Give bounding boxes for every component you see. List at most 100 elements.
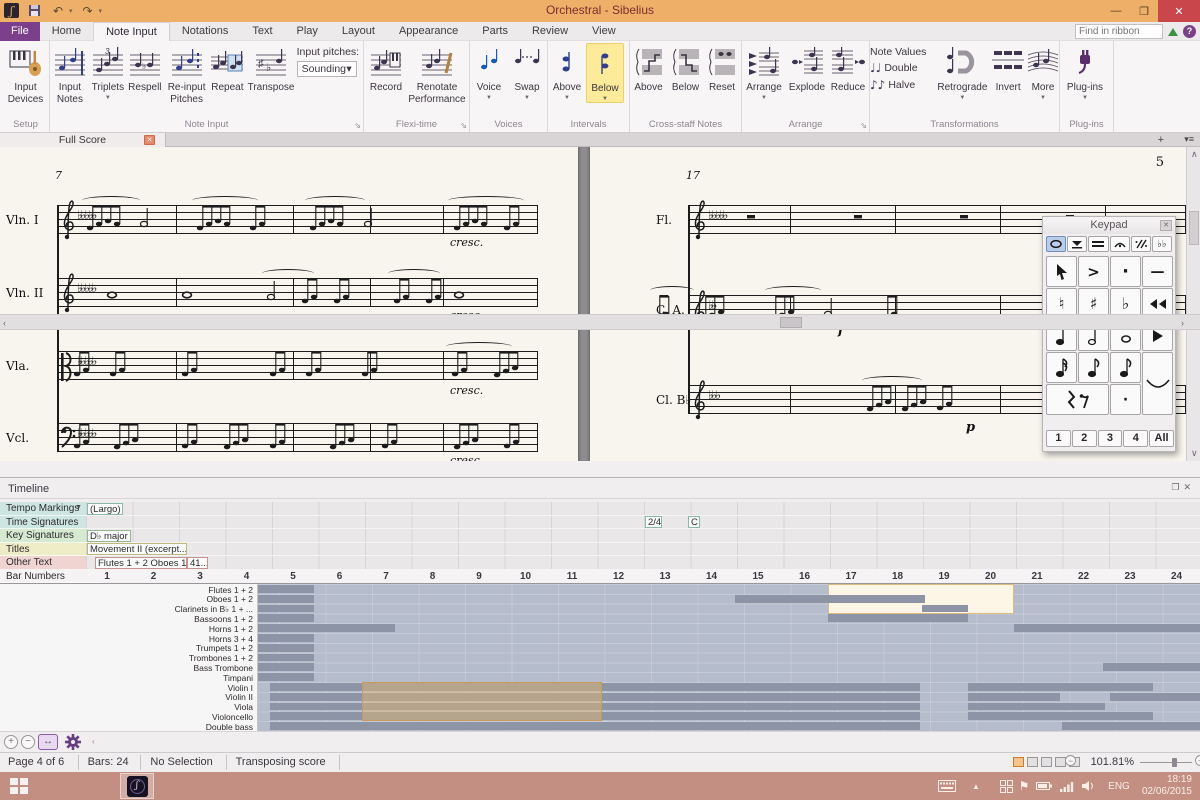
ribbon-tab-note-input[interactable]: Note Input bbox=[93, 22, 170, 41]
keypad-tab-beam[interactable] bbox=[1088, 236, 1108, 252]
keypad-voice-all[interactable]: All bbox=[1149, 430, 1174, 447]
timeline-bar[interactable] bbox=[258, 644, 314, 652]
keypad-staccato-key[interactable]: · bbox=[1110, 256, 1141, 287]
note-group[interactable] bbox=[112, 422, 149, 455]
timeline-event-chip[interactable]: D♭ major bbox=[87, 530, 131, 542]
keypad-tenuto-key[interactable]: — bbox=[1142, 256, 1173, 287]
timeline-bar[interactable] bbox=[270, 722, 920, 730]
note-group[interactable] bbox=[450, 350, 478, 383]
keypad-title[interactable]: Keypad ✕ bbox=[1043, 217, 1175, 234]
note-group[interactable] bbox=[380, 422, 408, 455]
timeline-bar[interactable] bbox=[1014, 624, 1200, 632]
close-button[interactable]: ✕ bbox=[1158, 0, 1200, 22]
timeline-bar[interactable] bbox=[828, 614, 968, 622]
timeline-event-chip[interactable]: 41... bbox=[187, 557, 208, 569]
ribbon-button-respell[interactable]: ♭Respell bbox=[126, 43, 164, 94]
note-group[interactable] bbox=[958, 204, 970, 237]
note-group[interactable] bbox=[424, 277, 452, 310]
timeline-event-chip[interactable]: C bbox=[688, 516, 700, 528]
keypad-tab-jazz[interactable] bbox=[1110, 236, 1130, 252]
scroll-right-icon[interactable]: › bbox=[1181, 318, 1184, 328]
note-group[interactable] bbox=[105, 277, 121, 310]
keypad-sixteenth-note-key[interactable] bbox=[1046, 352, 1077, 383]
timeline-bar[interactable] bbox=[258, 605, 314, 613]
ribbon-button-explode[interactable]: Explode bbox=[786, 43, 828, 94]
zoom-in-icon[interactable]: + bbox=[1195, 755, 1200, 766]
ribbon-tab-review[interactable]: Review bbox=[520, 22, 580, 41]
timeline-close-icon[interactable]: ✕ bbox=[1183, 482, 1195, 492]
note-group[interactable] bbox=[180, 350, 208, 383]
timeline-instrument-timpani[interactable]: Timpani bbox=[223, 673, 253, 683]
timeline-zoom-out-icon[interactable]: − bbox=[21, 735, 35, 749]
note-group[interactable] bbox=[935, 384, 963, 417]
note-group[interactable] bbox=[745, 204, 757, 237]
view-icon-2[interactable] bbox=[1027, 757, 1038, 767]
ribbon-button-below[interactable]: Below bbox=[667, 43, 704, 94]
timeline-bar[interactable] bbox=[258, 654, 314, 662]
timeline-instrument-oboes-1-2[interactable]: Oboes 1 + 2 bbox=[206, 594, 253, 604]
timeline-settings-icon[interactable] bbox=[64, 733, 82, 754]
timeline-selection-strings[interactable] bbox=[362, 682, 602, 721]
note-group[interactable] bbox=[248, 204, 276, 237]
ribbon-button-record[interactable]: Record bbox=[364, 43, 408, 94]
help-icon[interactable]: ? bbox=[1183, 25, 1196, 38]
ribbon-tab-play[interactable]: Play bbox=[285, 22, 330, 41]
taskbar-sibelius-button[interactable]: ʃ bbox=[120, 773, 154, 799]
timeline-row-label[interactable]: Time Signatures bbox=[0, 516, 86, 530]
timeline-bar[interactable] bbox=[1103, 663, 1200, 671]
ribbon-button-voice[interactable]: Voice▼ bbox=[470, 43, 508, 101]
note-group[interactable] bbox=[195, 204, 241, 237]
note-group[interactable] bbox=[268, 350, 296, 383]
timeline-bar[interactable] bbox=[1110, 693, 1200, 701]
timeline-bar[interactable] bbox=[735, 595, 925, 603]
timeline-instrument-horns-3-4[interactable]: Horns 3 + 4 bbox=[209, 634, 253, 644]
timeline-instrument-bassoons-1-2[interactable]: Bassoons 1 + 2 bbox=[194, 614, 253, 624]
note-group[interactable] bbox=[502, 204, 530, 237]
note-group[interactable] bbox=[328, 422, 365, 455]
vertical-scrollbar[interactable]: ∧ ∨ bbox=[1186, 147, 1200, 461]
timeline-scroll-left-icon[interactable]: ‹ bbox=[92, 737, 95, 746]
note-group[interactable] bbox=[180, 277, 196, 310]
ribbon-tab-view[interactable]: View bbox=[580, 22, 628, 41]
ribbon-button-input-devices[interactable]: Input Devices bbox=[2, 43, 49, 105]
timeline-instrument-flutes-1-2[interactable]: Flutes 1 + 2 bbox=[208, 585, 253, 595]
score-page-left[interactable]: 7Vln. I♭♭♭♭♭cresc.Vln. II♭♭♭♭♭cresc.Vla.… bbox=[0, 147, 578, 461]
note-group[interactable] bbox=[865, 384, 902, 417]
timeline-float-icon[interactable]: ❐ bbox=[1171, 482, 1183, 492]
scroll-up-icon[interactable]: ∧ bbox=[1191, 149, 1198, 160]
ribbon-button-invert[interactable]: Invert bbox=[989, 43, 1027, 94]
timeline-row-label[interactable]: Tempo Markings▼ bbox=[0, 502, 86, 516]
note-group[interactable] bbox=[308, 204, 354, 237]
timeline-bar[interactable] bbox=[968, 712, 1153, 720]
keypad-voice-4[interactable]: 4 bbox=[1123, 430, 1148, 447]
note-group[interactable] bbox=[268, 422, 296, 455]
restore-button[interactable]: ❐ bbox=[1130, 0, 1158, 22]
note-group[interactable] bbox=[72, 350, 100, 383]
clock[interactable]: 18:19 02/06/2015 bbox=[1142, 774, 1192, 798]
timeline-bar[interactable] bbox=[922, 605, 968, 613]
ribbon-button-double[interactable]: ♩♩Double bbox=[870, 61, 936, 75]
note-group[interactable] bbox=[332, 277, 360, 310]
ribbon-button-repeat[interactable]: Repeat bbox=[209, 43, 245, 94]
timeline-bar[interactable] bbox=[258, 595, 314, 603]
ribbon-button-retrograde[interactable]: Retrograde▼ bbox=[936, 43, 990, 101]
note-group[interactable] bbox=[265, 277, 281, 310]
ribbon-tab-notations[interactable]: Notations bbox=[170, 22, 240, 41]
horizontal-scrollbar[interactable]: ‹ › bbox=[0, 314, 1200, 330]
timeline-bar[interactable] bbox=[968, 703, 1105, 711]
ribbon-button-plug-ins[interactable]: Plug-ins▼ bbox=[1060, 43, 1110, 101]
note-group[interactable] bbox=[392, 277, 420, 310]
keypad-tie-key[interactable] bbox=[1142, 352, 1173, 415]
timeline-row-label[interactable]: Titles bbox=[0, 543, 86, 557]
ribbon-button-reset[interactable]: Reset bbox=[704, 43, 740, 94]
timeline-filter-dropdown-icon[interactable]: ▼ bbox=[75, 504, 82, 511]
note-group[interactable] bbox=[304, 350, 332, 383]
ribbon-button-below[interactable]: Below▼ bbox=[586, 43, 624, 103]
note-group[interactable] bbox=[222, 422, 259, 455]
zoom-slider[interactable] bbox=[1140, 762, 1192, 763]
timeline-bar[interactable] bbox=[1062, 722, 1200, 730]
keypad-close-icon[interactable]: ✕ bbox=[1160, 220, 1172, 231]
timeline-bar[interactable] bbox=[968, 683, 1153, 691]
note-group[interactable] bbox=[492, 350, 529, 383]
keypad-eighth-note-key[interactable] bbox=[1078, 352, 1109, 383]
